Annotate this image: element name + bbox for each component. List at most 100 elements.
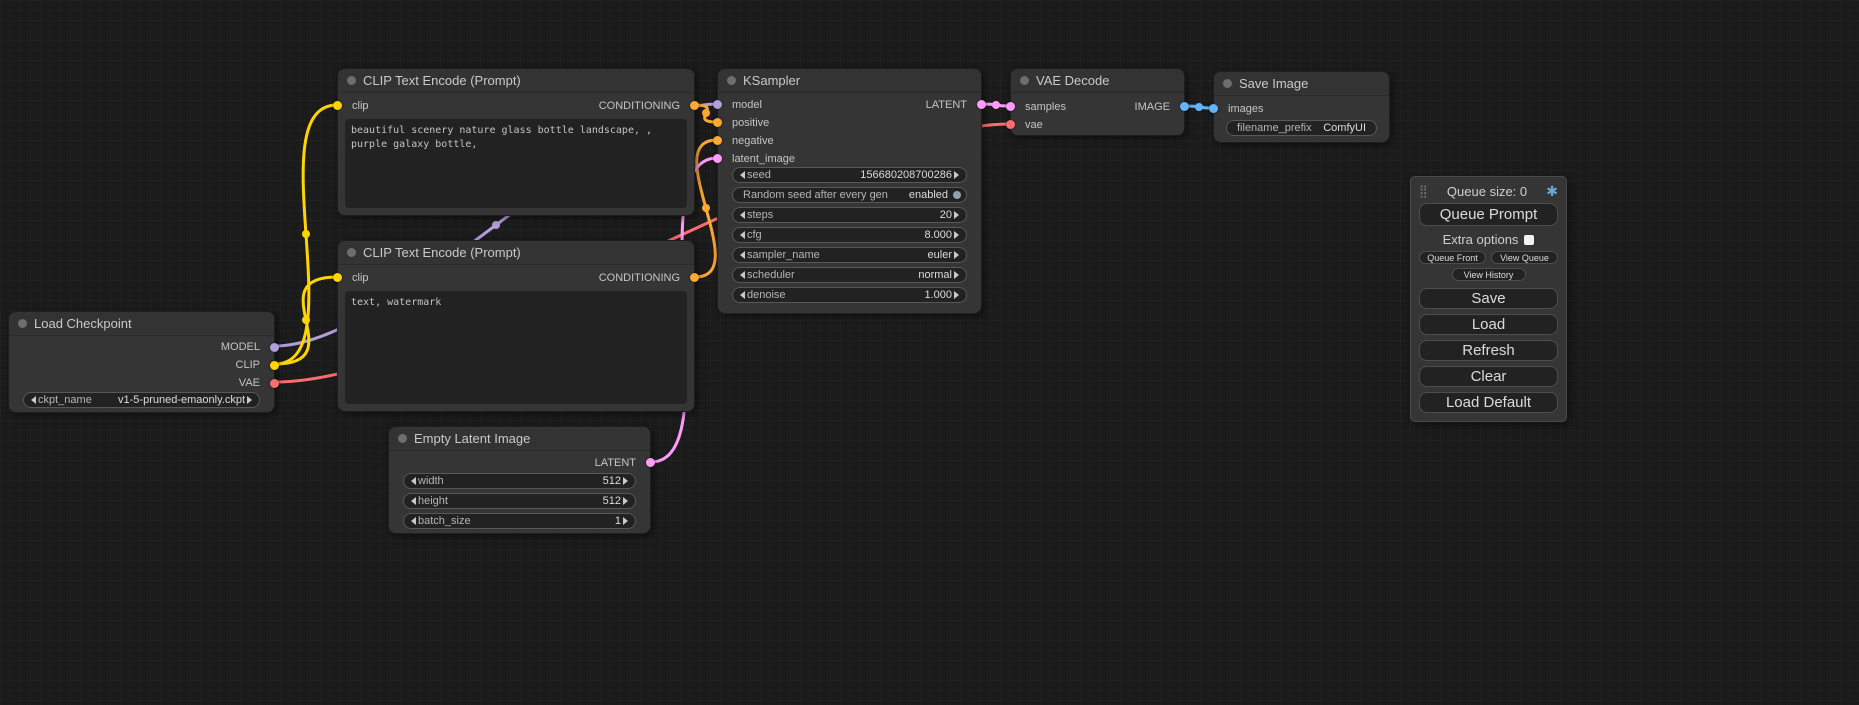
increment-arrow-icon[interactable] [623, 517, 628, 525]
widget-ckpt-name[interactable]: ckpt_name v1-5-pruned-emaonly.ckpt [23, 392, 260, 408]
increment-arrow-icon[interactable] [954, 231, 959, 239]
input-slot-images-icon[interactable] [1209, 104, 1218, 113]
increment-arrow-icon[interactable] [954, 171, 959, 179]
collapse-dot-icon[interactable] [398, 434, 407, 443]
widget-seed[interactable]: seed 156680208700286 [732, 167, 967, 183]
output-slot-latent-icon[interactable] [977, 100, 986, 109]
output-slot-clip-icon[interactable] [270, 361, 279, 370]
output-slot-clip-label: CLIP [236, 359, 260, 372]
input-slot-negative-icon[interactable] [713, 136, 722, 145]
decrement-arrow-icon[interactable] [411, 517, 416, 525]
increment-arrow-icon[interactable] [623, 497, 628, 505]
widget-batch-size[interactable]: batch_size 1 [403, 513, 636, 529]
collapse-dot-icon[interactable] [18, 319, 27, 328]
decrement-arrow-icon[interactable] [31, 396, 36, 404]
queue-prompt-button[interactable]: Queue Prompt [1419, 203, 1558, 226]
increment-arrow-icon[interactable] [954, 211, 959, 219]
wire-latent-ksampler-midpoint-dot [992, 101, 1000, 109]
node-titlebar[interactable]: CLIP Text Encode (Prompt) [338, 69, 694, 93]
input-slot-model-icon[interactable] [713, 100, 722, 109]
prompt-text-area[interactable]: text, watermark [345, 291, 687, 404]
toggle-dot-icon[interactable] [953, 191, 961, 199]
output-slot-model-label: MODEL [221, 341, 260, 354]
input-slot-positive-label: positive [732, 117, 769, 130]
node-titlebar[interactable]: Empty Latent Image [389, 427, 650, 451]
input-slot-vae-icon[interactable] [1006, 120, 1015, 129]
collapse-dot-icon[interactable] [727, 76, 736, 85]
input-slot-positive-icon[interactable] [713, 118, 722, 127]
widget-sampler-name[interactable]: sampler_name euler [732, 247, 967, 263]
collapse-dot-icon[interactable] [347, 76, 356, 85]
prompt-text-area[interactable]: beautiful scenery nature glass bottle la… [345, 119, 687, 208]
node-titlebar[interactable]: CLIP Text Encode (Prompt) [338, 241, 694, 265]
settings-gear-icon[interactable]: ✱ [1546, 184, 1558, 198]
output-slot-latent-icon[interactable] [646, 458, 655, 467]
output-slot-conditioning-icon[interactable] [690, 273, 699, 282]
extra-options-checkbox[interactable] [1524, 235, 1534, 245]
view-queue-button[interactable]: View Queue [1491, 251, 1558, 264]
collapse-dot-icon[interactable] [1020, 76, 1029, 85]
node-titlebar[interactable]: Load Checkpoint [9, 312, 274, 336]
node-load-checkpoint[interactable]: Load Checkpoint MODEL CLIP VAE ckpt_name… [8, 311, 275, 413]
node-vae-decode[interactable]: VAE Decode samples vae IMAGE [1010, 68, 1185, 136]
collapse-dot-icon[interactable] [347, 248, 356, 257]
view-history-button[interactable]: View History [1452, 268, 1526, 281]
decrement-arrow-icon[interactable] [740, 271, 745, 279]
node-titlebar[interactable]: KSampler [718, 69, 981, 93]
widget-denoise[interactable]: denoise 1.000 [732, 287, 967, 303]
input-slot-samples-icon[interactable] [1006, 102, 1015, 111]
input-slot-latent-image-icon[interactable] [713, 154, 722, 163]
node-titlebar[interactable]: Save Image [1214, 72, 1389, 96]
clear-button[interactable]: Clear [1419, 366, 1558, 387]
output-slot-vae-icon[interactable] [270, 379, 279, 388]
widget-width[interactable]: width 512 [403, 473, 636, 489]
output-slot-model-icon[interactable] [270, 343, 279, 352]
widget-scheduler[interactable]: scheduler normal [732, 267, 967, 283]
node-ksampler[interactable]: KSampler model positive negative latent_… [717, 68, 982, 314]
decrement-arrow-icon[interactable] [740, 291, 745, 299]
widget-cfg[interactable]: cfg 8.000 [732, 227, 967, 243]
node-title: Empty Latent Image [414, 431, 530, 446]
queue-front-button[interactable]: Queue Front [1419, 251, 1486, 264]
input-slot-clip-icon[interactable] [333, 273, 342, 282]
refresh-button[interactable]: Refresh [1419, 340, 1558, 361]
input-slot-negative-label: negative [732, 135, 774, 148]
increment-arrow-icon[interactable] [623, 477, 628, 485]
decrement-arrow-icon[interactable] [740, 171, 745, 179]
increment-arrow-icon[interactable] [247, 396, 252, 404]
output-slot-conditioning-icon[interactable] [690, 101, 699, 110]
increment-arrow-icon[interactable] [954, 291, 959, 299]
drag-handle-icon[interactable]: ⣿ [1419, 185, 1428, 197]
load-button[interactable]: Load [1419, 314, 1558, 335]
node-clip-text-encode-negative[interactable]: CLIP Text Encode (Prompt) clip CONDITION… [337, 240, 695, 412]
graph-canvas[interactable]: Load Checkpoint MODEL CLIP VAE ckpt_name… [0, 0, 1859, 705]
increment-arrow-icon[interactable] [954, 271, 959, 279]
decrement-arrow-icon[interactable] [740, 211, 745, 219]
output-slot-latent-label: LATENT [926, 99, 967, 112]
widget-random-seed-toggle[interactable]: Random seed after every gen enabled [732, 187, 967, 203]
widget-height[interactable]: height 512 [403, 493, 636, 509]
output-slot-conditioning-label: CONDITIONING [599, 272, 680, 285]
load-default-button[interactable]: Load Default [1419, 392, 1558, 413]
input-slot-clip-icon[interactable] [333, 101, 342, 110]
save-button[interactable]: Save [1419, 288, 1558, 309]
collapse-dot-icon[interactable] [1223, 79, 1232, 88]
widget-steps[interactable]: steps 20 [732, 207, 967, 223]
output-slot-image-icon[interactable] [1180, 102, 1189, 111]
widget-filename-prefix[interactable]: filename_prefix ComfyUI [1226, 120, 1377, 136]
decrement-arrow-icon[interactable] [411, 497, 416, 505]
decrement-arrow-icon[interactable] [411, 477, 416, 485]
extra-options-label: Extra options [1443, 232, 1519, 247]
widget-value: 20 [940, 209, 952, 221]
widget-name: cfg [747, 229, 762, 241]
node-empty-latent-image[interactable]: Empty Latent Image LATENT width 512 heig… [388, 426, 651, 534]
node-clip-text-encode-positive[interactable]: CLIP Text Encode (Prompt) clip CONDITION… [337, 68, 695, 216]
node-save-image[interactable]: Save Image images filename_prefix ComfyU… [1213, 71, 1390, 143]
node-title: KSampler [743, 73, 800, 88]
decrement-arrow-icon[interactable] [740, 251, 745, 259]
node-titlebar[interactable]: VAE Decode [1011, 69, 1184, 93]
increment-arrow-icon[interactable] [954, 251, 959, 259]
widget-name: height [418, 495, 448, 507]
decrement-arrow-icon[interactable] [740, 231, 745, 239]
widget-value: 512 [603, 475, 621, 487]
